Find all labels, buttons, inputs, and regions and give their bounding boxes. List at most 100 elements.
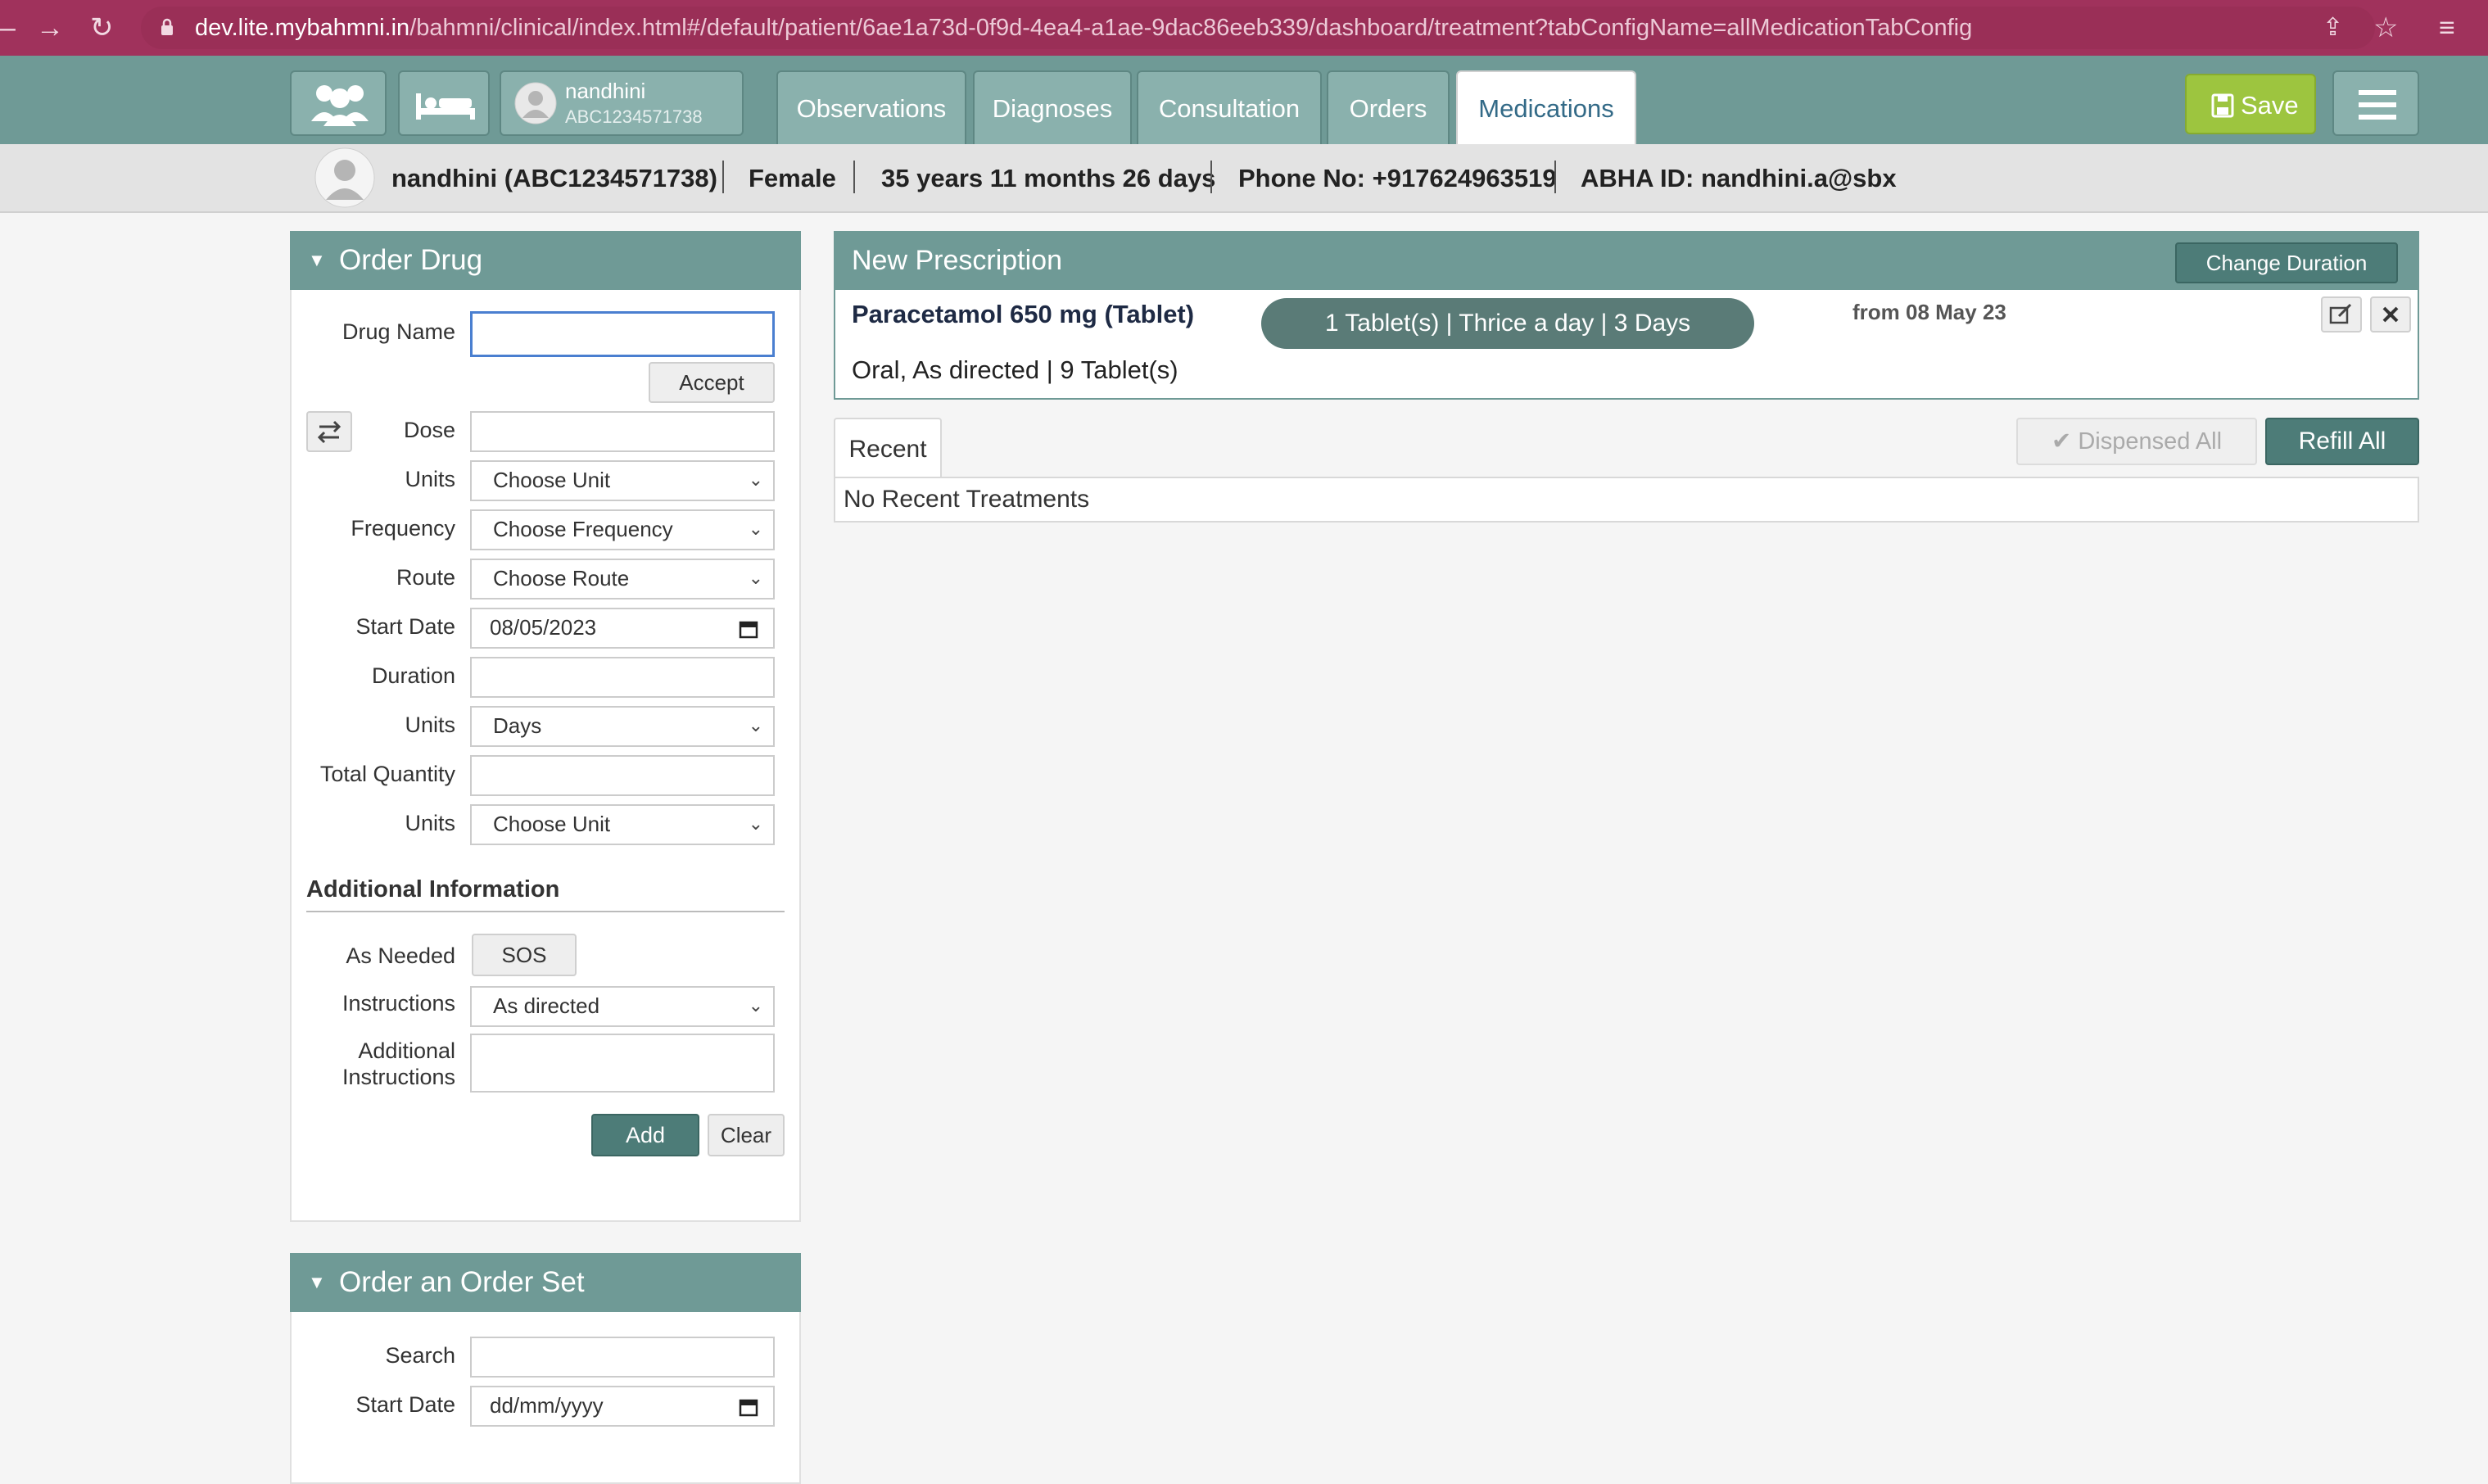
separator	[722, 161, 724, 193]
hamburger-menu-icon	[2359, 90, 2396, 120]
order-set-header[interactable]: ▼ Order an Order Set	[290, 1253, 801, 1312]
save-button[interactable]: Save	[2185, 74, 2316, 134]
calendar-icon[interactable]	[739, 619, 758, 639]
patient-photo-icon	[314, 147, 375, 208]
edit-prescription-button[interactable]	[2321, 296, 2362, 333]
bookmark-star-icon[interactable]: ☆	[2373, 0, 2398, 56]
frequency-select[interactable]: Choose Frequency ⌄	[470, 509, 775, 550]
separator	[1554, 161, 1556, 193]
divider	[306, 911, 785, 912]
duration-units-select[interactable]: Days ⌄	[470, 706, 775, 747]
no-recent-treatments-text: No Recent Treatments	[844, 486, 1090, 513]
chevron-down-icon: ⌄	[748, 715, 763, 735]
route-select[interactable]: Choose Route ⌄	[470, 559, 775, 599]
patient-context-button[interactable]: nandhini ABC1234571738	[500, 70, 744, 136]
drug-name-label: Drug Name	[342, 319, 455, 344]
bed-icon	[416, 93, 475, 120]
patient-gender: Female	[749, 164, 836, 192]
back-arrow-icon[interactable]: ‒	[0, 0, 16, 56]
total-quantity-input[interactable]	[470, 755, 775, 796]
reading-list-icon[interactable]: ≡	[2439, 0, 2455, 56]
patient-age: 35 years 11 months 26 days	[881, 164, 1216, 192]
prescription-from-date: from 08 May 23	[1852, 300, 2006, 324]
patient-avatar-icon	[514, 82, 557, 124]
add-button[interactable]: Add	[591, 1114, 699, 1156]
tab-observations[interactable]: Observations	[776, 70, 966, 144]
separator	[853, 161, 855, 193]
lock-icon	[161, 18, 174, 36]
collapse-triangle-icon: ▼	[308, 1272, 326, 1292]
prescription-details: Oral, As directed | 9 Tablet(s)	[852, 355, 1178, 384]
order-set-search-label: Search	[385, 1343, 455, 1368]
order-drug-title: Order Drug	[339, 244, 483, 276]
refill-all-button[interactable]: Refill All	[2265, 418, 2419, 465]
url-text: dev.lite.mybahmni.in/bahmni/clinical/ind…	[195, 15, 1973, 41]
sos-button[interactable]: SOS	[472, 934, 577, 976]
menu-button[interactable]	[2332, 70, 2419, 136]
remove-prescription-button[interactable]	[2370, 296, 2411, 333]
floppy-disk-icon	[2211, 93, 2234, 118]
patient-name-id: nandhini (ABC1234571738)	[391, 164, 717, 192]
duration-input[interactable]	[470, 657, 775, 698]
tab-diagnoses[interactable]: Diagnoses	[973, 70, 1132, 144]
route-label: Route	[396, 565, 455, 590]
instructions-label: Instructions	[342, 991, 455, 1016]
additional-instructions-textarea[interactable]	[470, 1034, 775, 1093]
start-date-input[interactable]: 08/05/2023	[470, 608, 775, 649]
order-set-search-input[interactable]	[470, 1337, 775, 1378]
edit-icon	[2329, 303, 2352, 324]
close-icon	[2382, 306, 2399, 323]
dose-units-label: Units	[405, 467, 455, 491]
prescription-drug-name: Paracetamol 650 mg (Tablet)	[852, 300, 1195, 328]
reload-icon[interactable]: ↻	[90, 0, 114, 56]
tab-recent[interactable]: Recent	[834, 418, 942, 478]
as-needed-label: As Needed	[346, 943, 455, 968]
additional-info-heading: Additional Information	[306, 876, 560, 903]
tab-consultation[interactable]: Consultation	[1137, 70, 1322, 144]
collapse-triangle-icon: ▼	[308, 250, 326, 270]
order-drug-header[interactable]: ▼ Order Drug	[290, 231, 801, 290]
accept-button[interactable]: Accept	[649, 362, 775, 403]
order-set-start-date-label: Start Date	[355, 1392, 455, 1417]
save-button-label: Save	[2241, 91, 2299, 120]
dispensed-all-button[interactable]: ✔ Dispensed All	[2016, 418, 2257, 465]
start-date-label: Start Date	[355, 614, 455, 639]
tab-medications[interactable]: Medications	[1456, 70, 1636, 144]
total-quantity-label: Total Quantity	[319, 762, 455, 786]
order-set-title: Order an Order Set	[339, 1266, 585, 1298]
frequency-label: Frequency	[351, 516, 455, 541]
additional-instructions-label-2: Instructions	[342, 1065, 455, 1089]
checkmark-icon: ✔	[2051, 428, 2072, 455]
duration-label: Duration	[371, 663, 455, 688]
forward-arrow-icon[interactable]: →	[36, 0, 64, 56]
chevron-down-icon: ⌄	[748, 813, 763, 834]
dose-input[interactable]	[470, 411, 775, 452]
header-patient-id: ABC1234571738	[565, 106, 703, 127]
new-prescription-title: New Prescription	[852, 245, 1062, 276]
patient-abha-id: ABHA ID: nandhini.a@sbx	[1581, 164, 1897, 192]
quantity-units-label: Units	[405, 811, 455, 835]
patients-group-icon	[311, 85, 369, 126]
header-patient-name: nandhini	[565, 79, 646, 103]
change-duration-button[interactable]: Change Duration	[2175, 242, 2398, 283]
calendar-icon[interactable]	[739, 1397, 758, 1417]
patient-phone: Phone No: +917624963519	[1238, 164, 1557, 192]
instructions-select[interactable]: As directed ⌄	[470, 986, 775, 1027]
quantity-units-select[interactable]: Choose Unit ⌄	[470, 804, 775, 845]
bed-management-button[interactable]	[398, 70, 490, 136]
dose-units-select[interactable]: Choose Unit ⌄	[470, 460, 775, 501]
patients-button[interactable]	[290, 70, 387, 136]
chevron-down-icon: ⌄	[748, 568, 763, 588]
chevron-down-icon: ⌄	[748, 518, 763, 539]
tab-orders[interactable]: Orders	[1327, 70, 1450, 144]
chevron-down-icon: ⌄	[748, 995, 763, 1016]
duration-units-label: Units	[405, 713, 455, 737]
chevron-down-icon: ⌄	[748, 469, 763, 490]
dosage-summary-pill: 1 Tablet(s) | Thrice a day | 3 Days	[1261, 298, 1754, 349]
dose-label: Dose	[403, 418, 455, 442]
drug-name-input[interactable]	[470, 311, 775, 357]
clear-button[interactable]: Clear	[708, 1114, 785, 1156]
share-icon[interactable]: ⇪	[2323, 0, 2343, 56]
separator	[1210, 161, 1212, 193]
order-set-start-date-input[interactable]: dd/mm/yyyy	[470, 1386, 775, 1427]
